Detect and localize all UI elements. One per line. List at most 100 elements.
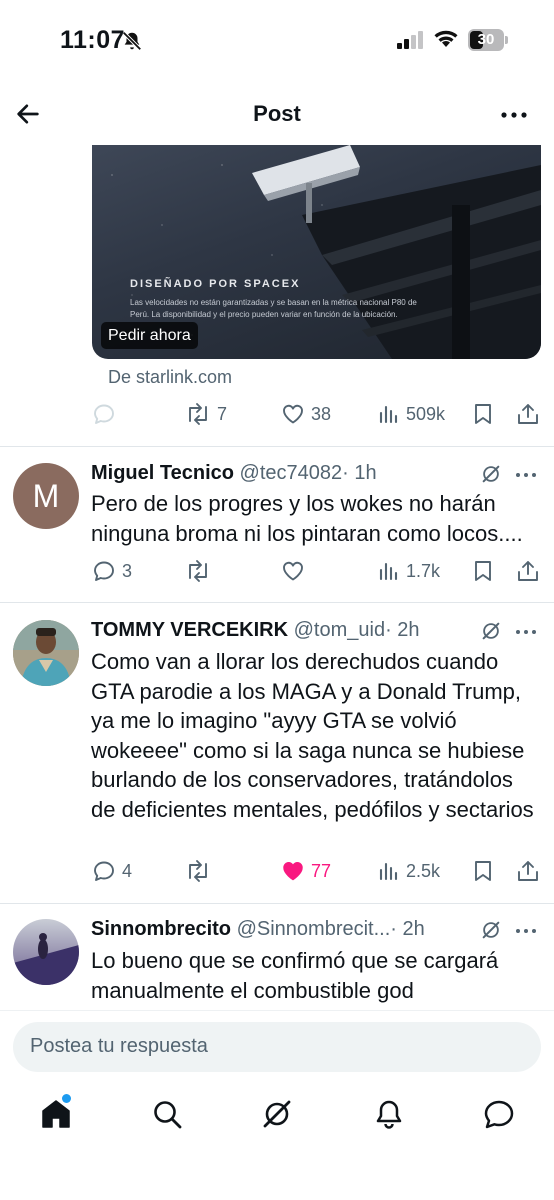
views-button[interactable]: 2.5k [378,856,440,886]
signal-icon [397,31,423,49]
tweet-header: Sinnombrecito @Sinnombrecit...· 2h [91,916,425,942]
reply-button[interactable] [92,399,116,429]
divider [0,446,554,447]
tweet-action-bar: 4 77 2.5k [0,856,554,886]
tweet-time: · 2h [385,619,420,641]
search-icon[interactable] [151,1098,183,1130]
reply-icon [94,404,114,424]
more-options-icon[interactable] [515,629,537,635]
tweet-text: Como van a llorar los derechudos cuando … [91,649,534,822]
like-button[interactable]: 77 [281,856,331,886]
reply-tweet[interactable]: TOMMY VERCEKIRK @tom_uid· 2h Como van a … [0,617,554,897]
nav-header: Post [0,88,554,142]
bookmark-icon [475,861,491,881]
author-handle[interactable]: @tom_uid [294,619,385,641]
views-button[interactable]: 509k [378,399,445,429]
views-icon [379,562,398,581]
status-time: 11:07 [60,26,126,54]
tweet-text: Lo bueno que se confirmó que se cargará … [91,948,499,1003]
like-count: 77 [311,860,332,881]
messages-icon[interactable] [483,1098,515,1130]
status-bar: 11:07 30 [0,0,554,80]
reply-button[interactable]: 4 [92,856,132,886]
repost-icon [189,560,207,582]
share-button[interactable] [516,399,540,429]
repost-button[interactable]: 7 [185,399,227,429]
like-button[interactable] [281,556,305,586]
tweet-time: · 2h [390,918,425,940]
bookmark-icon [475,404,491,424]
wifi-icon [434,30,458,47]
divider [0,903,554,904]
tweet-time: · 1h [342,462,377,484]
more-options-icon[interactable] [500,102,528,128]
page-title: Post [253,101,301,126]
ad-disclaimer: Las velocidades no están garantizadas y … [130,298,417,319]
views-count: 509k [406,403,446,424]
like-count: 38 [311,403,332,424]
reply-count: 3 [122,560,133,581]
heart-filled-icon [283,862,303,881]
ad-image[interactable]: DISEÑADO POR SPACEX Las velocidades no e… [92,145,541,359]
ad-source-link[interactable]: De starlink.com [108,367,232,388]
more-options-icon[interactable] [515,928,537,934]
reply-icon [94,561,114,581]
repost-button[interactable] [185,856,211,886]
share-icon [518,861,538,881]
share-button[interactable] [516,556,540,586]
battery-indicator: 30 [468,29,508,51]
reply-input[interactable]: Postea tu respuesta [13,1022,541,1072]
views-button[interactable]: 1.7k [378,556,440,586]
grok-icon[interactable] [480,463,502,485]
author-handle[interactable]: @Sinnombrecit... [237,918,391,940]
reply-icon [94,861,114,881]
repost-icon [189,403,207,425]
repost-icon [189,860,207,882]
grok-nav-icon[interactable] [261,1098,293,1130]
divider [0,602,554,603]
reply-button[interactable]: 3 [92,556,132,586]
tweet-header: TOMMY VERCEKIRK @tom_uid· 2h [91,617,420,643]
share-icon [518,404,538,424]
more-options-icon[interactable] [515,472,537,478]
bottom-nav [0,1090,554,1150]
grok-icon[interactable] [480,620,502,642]
tweet-header: Miguel Tecnico @tec74082· 1h [91,460,377,486]
views-count: 1.7k [406,560,441,581]
avatar[interactable]: M [13,463,79,529]
bell-off-icon [122,31,142,51]
views-icon [379,862,398,881]
notifications-icon[interactable] [373,1098,405,1130]
ad-action-bar: 7 38 509k [0,399,554,429]
author-name[interactable]: TOMMY VERCEKIRK [91,619,288,641]
repost-button[interactable] [185,556,211,586]
tweet-text: Pero de los progres y los wokes no harán… [91,491,523,546]
like-button[interactable]: 38 [281,399,331,429]
avatar[interactable] [13,919,79,985]
repost-count: 7 [217,403,228,424]
reply-tweet[interactable]: Sinnombrecito @Sinnombrecit...· 2h Lo bu… [0,916,554,1008]
reply-tweet[interactable]: M Miguel Tecnico @tec74082· 1h Pero de l… [0,460,554,600]
notification-dot [62,1094,71,1103]
author-name[interactable]: Sinnombrecito [91,918,231,940]
avatar-image [13,919,79,985]
author-name[interactable]: Miguel Tecnico [91,462,234,484]
bookmark-button[interactable] [472,856,494,886]
heart-icon [283,561,303,581]
order-now-button[interactable]: Pedir ahora [101,322,198,349]
reply-count: 4 [122,860,133,881]
share-button[interactable] [516,856,540,886]
grok-icon[interactable] [480,919,502,941]
ad-brand: DISEÑADO POR SPACEX [130,278,301,290]
avatar-image [13,620,79,686]
views-count: 2.5k [406,860,441,881]
bookmark-button[interactable] [472,556,494,586]
author-handle[interactable]: @tec74082 [240,462,343,484]
bookmark-icon [475,561,491,581]
share-icon [518,561,538,581]
bookmark-button[interactable] [472,399,494,429]
views-icon [379,405,398,424]
reply-input-placeholder: Postea tu respuesta [30,1035,208,1057]
battery-level: 30 [477,31,495,48]
avatar[interactable] [13,620,79,686]
